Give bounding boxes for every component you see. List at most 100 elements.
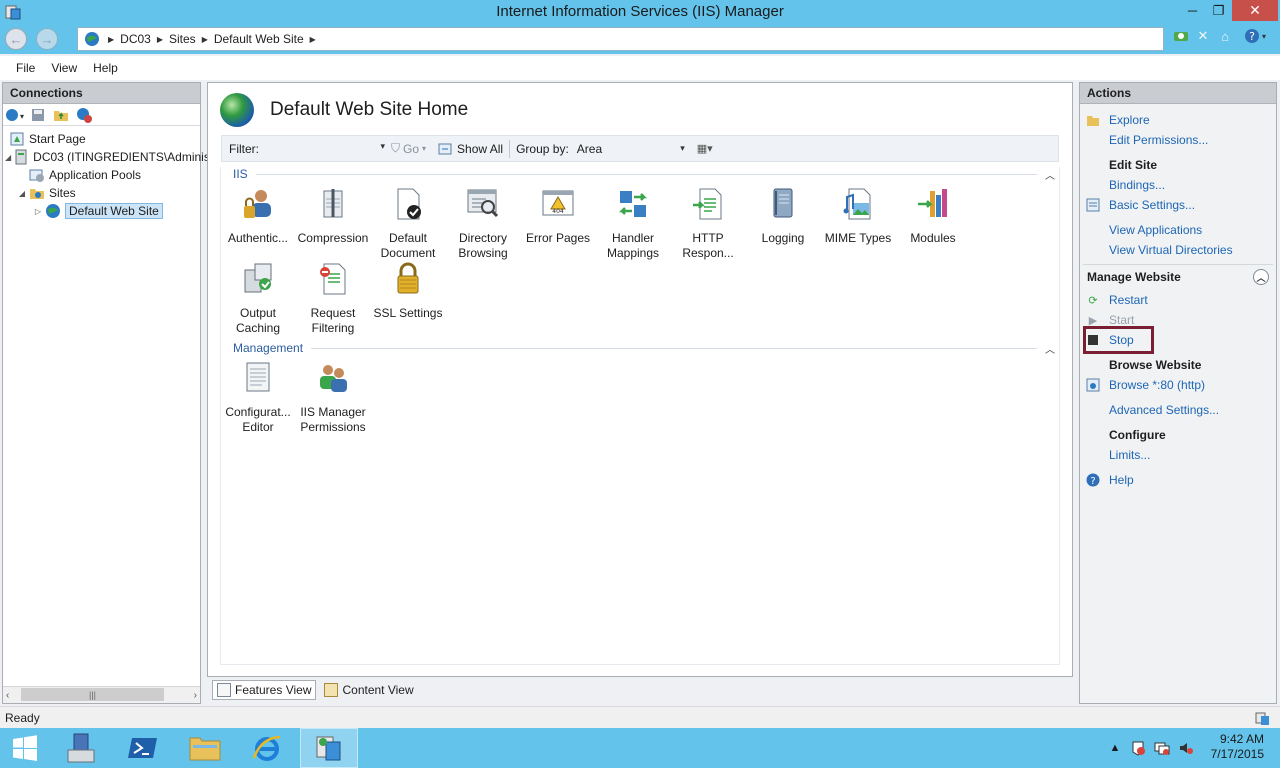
go-button[interactable]: ⛉ Go ▾ [391, 141, 426, 156]
breadcrumb-sites[interactable]: Sites [169, 32, 196, 46]
feature-iis-manager-permissions[interactable]: IIS Manager Permissions [295, 361, 371, 435]
tree-item-start-page[interactable]: Start Page [3, 130, 200, 148]
feature-ssl-settings[interactable]: SSL Settings [370, 262, 446, 321]
tree-item-server[interactable]: ◢ DC03 (ITINGREDIENTS\Administ [3, 148, 213, 166]
feature-authentication[interactable]: Authentic... [220, 187, 296, 246]
feature-label: Configurat... Editor [225, 405, 291, 434]
maximize-button[interactable]: ❐ [1205, 0, 1232, 21]
help-link[interactable]: Help [1109, 473, 1134, 487]
tab-content-view[interactable]: Content View [320, 681, 417, 699]
iis-manager-taskbar-button[interactable] [300, 728, 358, 768]
feature-modules[interactable]: Modules [895, 187, 971, 246]
forward-button[interactable]: → [36, 28, 58, 50]
divider [255, 173, 1037, 175]
error-code-label: 404 [552, 208, 564, 215]
minimize-button[interactable]: ─ [1179, 0, 1206, 21]
view-tabs: Features View Content View [207, 678, 1073, 702]
menu-help[interactable]: Help [93, 61, 118, 75]
svg-text:?: ? [1249, 30, 1255, 43]
feature-directory-browsing[interactable]: Directory Browsing [445, 187, 521, 261]
compression-icon [323, 189, 343, 218]
system-clock[interactable]: 9:42 AM 7/17/2015 [1211, 732, 1264, 762]
basic-settings-link[interactable]: Basic Settings... [1109, 198, 1195, 212]
action-center-icon[interactable] [1130, 740, 1146, 756]
scroll-right-icon[interactable]: › [194, 690, 197, 701]
create-connection-icon[interactable]: ▾ [6, 107, 24, 123]
show-all-button[interactable]: Show All [438, 142, 503, 156]
start-button[interactable] [0, 728, 50, 768]
up-folder-icon[interactable] [52, 107, 70, 123]
error-pages-icon: 404 [542, 190, 574, 216]
save-icon[interactable] [29, 107, 47, 123]
feature-compression[interactable]: Compression [295, 187, 371, 246]
tree-item-default-web-site[interactable]: ▷ Default Web Site [3, 202, 200, 220]
advanced-settings-link[interactable]: Advanced Settings... [1109, 403, 1219, 417]
feature-configuration-editor[interactable]: Configurat... Editor [220, 361, 296, 435]
home-icon[interactable]: ⌂ [1216, 27, 1234, 45]
windows-logo-icon [13, 735, 37, 761]
tree-item-sites[interactable]: ◢ Sites [3, 184, 200, 202]
internet-explorer-button[interactable] [238, 728, 296, 768]
feature-mime-types[interactable]: MIME Types [820, 187, 896, 246]
connections-horizontal-scrollbar[interactable]: ‹ ||| › [3, 686, 200, 703]
close-button[interactable]: ✕ [1232, 0, 1278, 21]
authentication-icon [244, 190, 271, 218]
view-virtual-directories-link[interactable]: View Virtual Directories [1109, 243, 1233, 257]
stop-nav-icon[interactable]: ✕ [1194, 27, 1212, 45]
section-title: IIS [233, 167, 248, 181]
limits-link[interactable]: Limits... [1109, 448, 1150, 462]
status-bar: Ready [0, 706, 1280, 728]
collapse-chevron-icon[interactable]: ︿ [1045, 341, 1055, 356]
menu-file[interactable]: File [16, 61, 35, 75]
explore-link[interactable]: Explore [1109, 113, 1150, 127]
view-mode-button[interactable]: ▦▾ [697, 142, 713, 155]
feature-handler-mappings[interactable]: Handler Mappings [595, 187, 671, 261]
group-by-label: Group by: [516, 141, 569, 156]
feature-http-response-headers[interactable]: HTTP Respon... [670, 187, 746, 261]
disconnect-icon[interactable] [75, 107, 93, 123]
show-hidden-icons-button[interactable]: ▲ [1107, 740, 1123, 756]
browse-http-link[interactable]: Browse *:80 (http) [1109, 378, 1205, 392]
view-applications-link[interactable]: View Applications [1109, 223, 1202, 237]
breadcrumb-dc03[interactable]: DC03 [120, 32, 151, 46]
feature-output-caching[interactable]: Output Caching [220, 262, 296, 336]
feature-default-document[interactable]: Default Document [370, 187, 446, 261]
menu-view[interactable]: View [51, 61, 77, 75]
edit-permissions-link[interactable]: Edit Permissions... [1109, 133, 1208, 147]
section-header-management[interactable]: Management ︿ [233, 341, 1055, 356]
browse-icon [1086, 378, 1100, 392]
restart-link[interactable]: Restart [1109, 293, 1148, 307]
server-manager-button[interactable] [52, 728, 110, 768]
section-header-iis[interactable]: IIS ︿ [233, 167, 1055, 182]
breadcrumb-default-web-site[interactable]: Default Web Site [214, 32, 304, 46]
address-bar[interactable]: ▶ DC03 ▶ Sites ▶ Default Web Site ▶ [77, 27, 1164, 51]
manage-website-header[interactable]: Manage Website ︿ [1087, 269, 1273, 285]
scroll-left-icon[interactable]: ‹ [6, 690, 9, 701]
collapse-arrow-icon[interactable]: ◢ [5, 153, 11, 162]
feature-request-filtering[interactable]: Request Filtering [295, 262, 371, 336]
help-dropdown-icon[interactable]: ? ▾ [1242, 27, 1268, 45]
connect-icon[interactable] [1172, 27, 1190, 45]
folder-icon [189, 737, 221, 761]
collapse-chevron-icon[interactable]: ︿ [1045, 167, 1055, 182]
collapse-chevron-icon[interactable]: ︿ [1253, 269, 1269, 285]
powershell-button[interactable] [114, 728, 172, 768]
request-filtering-icon [320, 263, 346, 295]
feature-error-pages[interactable]: 404 Error Pages [520, 187, 596, 246]
scrollbar-thumb[interactable]: ||| [21, 688, 164, 701]
svg-text:▾: ▾ [20, 112, 24, 121]
configuration-editor-icon [246, 362, 270, 392]
filter-input[interactable] [265, 140, 385, 158]
back-button[interactable]: ← [5, 28, 27, 50]
globe-icon [45, 203, 61, 219]
tree-item-application-pools[interactable]: Application Pools [3, 166, 200, 184]
volume-icon[interactable] [1178, 740, 1194, 756]
tab-features-view[interactable]: Features View [212, 680, 317, 700]
feature-logging[interactable]: Logging [745, 187, 821, 246]
network-icon[interactable] [1154, 740, 1170, 756]
file-explorer-button[interactable] [176, 728, 234, 768]
bindings-link[interactable]: Bindings... [1109, 178, 1165, 192]
collapse-arrow-icon[interactable]: ◢ [17, 189, 27, 198]
expand-arrow-icon[interactable]: ▷ [33, 207, 43, 216]
group-by-select[interactable]: Area [577, 142, 685, 156]
